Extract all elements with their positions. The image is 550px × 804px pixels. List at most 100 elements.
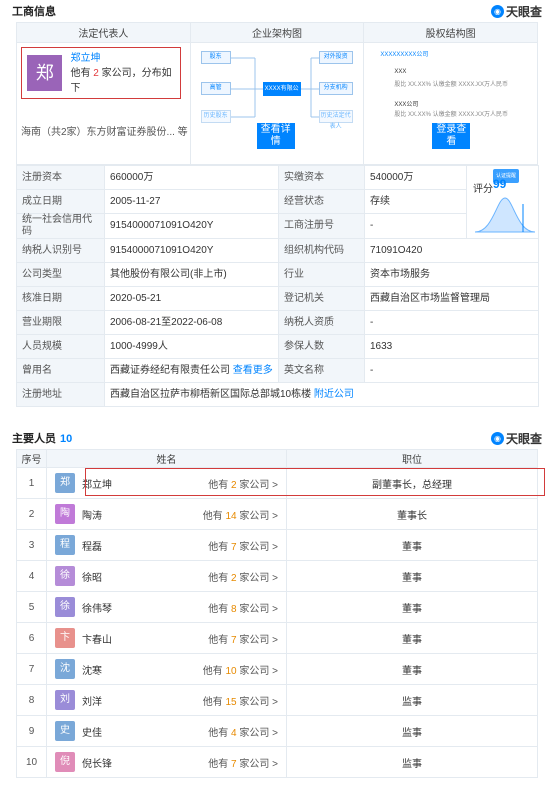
table-row[interactable]: 7 沈沈寒 他有 10 家公司 > 董事 [16,653,538,685]
avatar: 郑 [55,473,75,493]
info-label: 曾用名 [16,358,105,383]
biz-info-grid: 注册资本 660000万 实缴资本 540000万 认证提醒 评分 99 成立日期 2005-1… [16,165,539,407]
row-index: 3 [16,529,47,561]
score-widget[interactable]: 认证提醒 评分 99 [466,165,539,239]
table-row[interactable]: 5 徐徐伟琴 他有 8 家公司 > 董事 [16,591,538,623]
person-name[interactable]: 徐昭 [82,569,102,584]
row-index: 7 [16,653,47,685]
login-view-button[interactable]: 登录查看 [432,123,471,149]
col-position: 职位 [286,449,538,468]
info-label: 营业期限 [16,310,105,335]
person-name[interactable]: 徐伟琴 [82,600,112,615]
person-cell: 沈沈寒 他有 10 家公司 > [46,653,287,685]
score-value: 99 [493,177,507,191]
person-position: 董事 [286,653,538,685]
info-row: 营业期限 2006-08-21至2022-06-08 纳税人资质 - [16,310,539,335]
info-row: 成立日期 2005-11-27 经营状态 存续 [16,189,539,214]
person-position: 监事 [286,746,538,778]
table-row[interactable]: 2 陶陶涛 他有 14 家公司 > 董事长 [16,498,538,530]
info-label: 参保人数 [278,334,365,359]
person-cell: 徐徐伟琴 他有 8 家公司 > [46,591,287,623]
view-more-link[interactable]: 查看更多 [233,365,273,376]
info-row: 公司类型 其他股份有限公司(非上市) 行业 资本市场服务 [16,262,539,287]
info-label: 实缴资本 [278,165,365,190]
table-row[interactable]: 6 卞卞春山 他有 7 家公司 > 董事 [16,622,538,654]
col-index: 序号 [16,449,47,468]
biz-info-title: 工商信息 [12,6,56,18]
info-label: 登记机关 [278,286,365,311]
info-label: 英文名称 [278,358,365,383]
person-cell: 徐徐昭 他有 2 家公司 > [46,560,287,592]
person-companies-link[interactable]: 他有 2 家公司 > [208,569,278,584]
info-label: 核准日期 [16,286,105,311]
biz-info-header: 工商信息 ◉ 天眼查 [0,0,550,22]
info-value: 71091O420 [364,238,539,263]
info-label: 注册资本 [16,165,105,190]
info-value: - [364,213,467,239]
person-companies-link[interactable]: 他有 2 家公司 > [208,476,278,491]
person-name[interactable]: 程磊 [82,538,102,553]
equity-shareholder-2: XXX公司 [394,102,419,108]
table-row[interactable]: 3 程程磊 他有 7 家公司 > 董事 [16,529,538,561]
person-companies-link[interactable]: 他有 7 家公司 > [208,755,278,770]
person-name[interactable]: 郑立坤 [82,476,112,491]
info-value: - [364,310,539,335]
info-row: 注册资本 660000万 实缴资本 540000万 认证提醒 评分 99 [16,165,539,239]
person-position: 董事 [286,622,538,654]
legal-rep-desc: 他有 2 家公司，分布如下 [70,67,172,94]
table-row[interactable]: 4 徐徐昭 他有 2 家公司 > 董事 [16,560,538,592]
top-panels: 法定代表人 企业架构图 股权结构图 郑 郑立坤 他有 2 家公司，分布如下 海南… [16,22,538,165]
row-index: 1 [16,467,47,499]
legal-rep-companies-link[interactable]: 海南（共2家）东方财富证券股份... 等 [21,123,188,138]
table-row[interactable]: 1 郑郑立坤 他有 2 家公司 > 副董事长，总经理 [16,467,545,499]
table-row[interactable]: 10 倪倪长锋 他有 7 家公司 > 监事 [16,746,538,778]
person-position: 董事 [286,591,538,623]
person-companies-link[interactable]: 他有 8 家公司 > [208,600,278,615]
person-cell: 卞卞春山 他有 7 家公司 > [46,622,287,654]
person-name[interactable]: 沈寒 [82,662,102,677]
info-label: 工商注册号 [278,213,365,239]
info-value: 1633 [364,334,539,359]
person-companies-link[interactable]: 他有 4 家公司 > [208,724,278,739]
equity-top-company: XXXXXXXXX公司 [380,52,429,58]
row-index: 9 [16,715,47,747]
node-shareholder: 股东 [200,51,231,64]
person-companies-link[interactable]: 他有 15 家公司 > [203,693,278,708]
node-investment: 对外投资 [318,51,353,64]
person-companies-link[interactable]: 他有 10 家公司 > [203,662,278,677]
person-name[interactable]: 陶涛 [82,507,102,522]
table-row[interactable]: 9 史史佳 他有 4 家公司 > 监事 [16,715,538,747]
equity-shareholder-1-detail: 股比 XX.XX% 认缴金额 XXXX.XX万人民币 [394,82,509,88]
row-index: 2 [16,498,47,530]
legal-rep-card[interactable]: 郑 郑立坤 他有 2 家公司，分布如下 [21,47,181,99]
tianyancha-logo[interactable]: ◉ 天眼查 [490,3,542,20]
info-row: 纳税人识别号 9154000071091O420Y 组织机构代码 71091O420 [16,238,539,263]
table-row[interactable]: 8 刘刘洋 他有 15 家公司 > 监事 [16,684,538,716]
info-value: 2020-05-21 [104,286,279,311]
person-name[interactable]: 史佳 [82,724,102,739]
nearby-companies-link[interactable]: 附近公司 [314,389,354,400]
info-label: 行业 [278,262,365,287]
row-index: 10 [16,746,47,778]
legal-rep-name[interactable]: 郑立坤 [70,51,180,66]
person-position: 副董事长，总经理 [286,467,538,499]
person-companies-link[interactable]: 他有 7 家公司 > [208,538,278,553]
tianyancha-logo-2[interactable]: ◉ 天眼查 [490,430,542,447]
person-name[interactable]: 刘洋 [82,693,102,708]
person-companies-link[interactable]: 他有 14 家公司 > [203,507,278,522]
info-row-former-name: 曾用名 西藏证券经纪有限责任公司 查看更多 英文名称 - [16,358,539,383]
equity-shareholder-2-detail: 股比 XX.XX% 认缴金额 XXXX.XX万人民币 [394,112,509,118]
info-label: 人员规模 [16,334,105,359]
row-index: 8 [16,684,47,716]
people-header: 主要人员 10 ◉ 天眼查 [0,427,550,449]
info-value: 资本市场服务 [364,262,539,287]
person-position: 监事 [286,715,538,747]
person-companies-link[interactable]: 他有 7 家公司 > [208,631,278,646]
info-row: 统一社会信用代码 9154000071091O420Y 工商注册号 - [16,213,539,239]
node-history-shareholder: 历史股东 [200,110,231,123]
person-name[interactable]: 倪长锋 [82,755,112,770]
view-details-button[interactable]: 查看详情 [256,123,295,149]
info-value: 2005-11-27 [104,189,279,214]
info-value: 西藏自治区市场监督管理局 [364,286,539,311]
person-name[interactable]: 卞春山 [82,631,112,646]
